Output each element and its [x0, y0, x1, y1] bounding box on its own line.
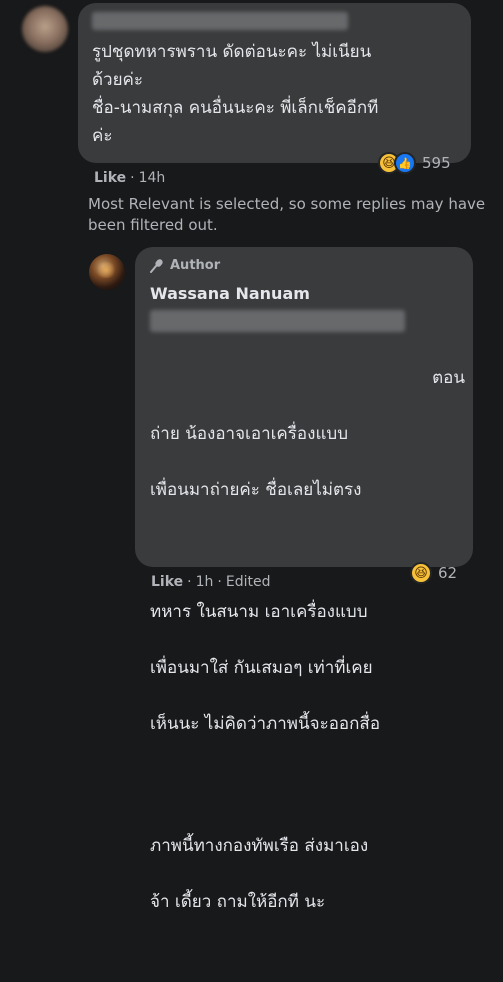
separator-dot: ·: [187, 574, 192, 590]
reply-line: ทหาร ในสนาม เอาเครื่องแบบ: [150, 602, 368, 622]
reply-line: เพื่อนมาถ่ายค่ะ ชื่อเลยไม่ตรง: [150, 480, 362, 500]
author-avatar[interactable]: [89, 254, 125, 290]
author-badge-label: Author: [170, 258, 221, 273]
reply-text: ตอน ถ่าย น้องอาจเอาเครื่องแบบ เพื่อนมาถ่…: [150, 308, 465, 982]
reply-line: ตอน: [432, 368, 465, 388]
filter-notice: Most Relevant is selected, so some repli…: [88, 195, 486, 234]
like-reaction-icon: 👍: [394, 152, 416, 174]
reaction-count: 62: [438, 564, 458, 582]
reply-reactions[interactable]: 😆 62: [410, 562, 457, 584]
like-button[interactable]: Like: [151, 574, 183, 590]
comment-meta: Like · 14h: [94, 170, 165, 186]
reply-line: จ้า เดี้ยว ถามให้อีกที นะ: [150, 892, 326, 912]
comment-text: รูปชุดทหารพราน ดัดต่อนะคะ ไม่เนียน ด้วยค…: [92, 42, 379, 146]
reply-line: ถ่าย น้องอาจเอาเครื่องแบบ: [150, 424, 348, 444]
author-badge: Author: [150, 258, 220, 273]
reply-meta: Like · 1h · Edited: [151, 574, 270, 590]
reaction-count: 595: [422, 154, 451, 172]
commenter-avatar[interactable]: [22, 6, 68, 52]
reply-line: เห็นนะ ไม่คิดว่าภาพนี้จะออกสื่อ: [150, 714, 381, 734]
reply-line: ภาพนี้ทางกองทัพเรือ ส่งมาเอง: [150, 836, 369, 856]
comment-timestamp[interactable]: 14h: [139, 170, 166, 186]
reply-author-name[interactable]: Wassana Nanuam: [150, 284, 310, 303]
edited-label[interactable]: Edited: [226, 574, 271, 590]
reply-line: เพื่อนมาใส่ กันเสมอๆ เท่าที่เคย: [150, 658, 373, 678]
like-button[interactable]: Like: [94, 170, 126, 186]
microphone-icon: [150, 258, 163, 273]
redacted-commenter-name: [92, 12, 348, 30]
comment-reactions[interactable]: 😆 👍 595: [378, 152, 451, 174]
separator-dot: ·: [130, 170, 135, 186]
separator-dot: ·: [217, 574, 222, 590]
reply-timestamp[interactable]: 1h: [196, 574, 214, 590]
haha-reaction-icon: 😆: [410, 562, 432, 584]
